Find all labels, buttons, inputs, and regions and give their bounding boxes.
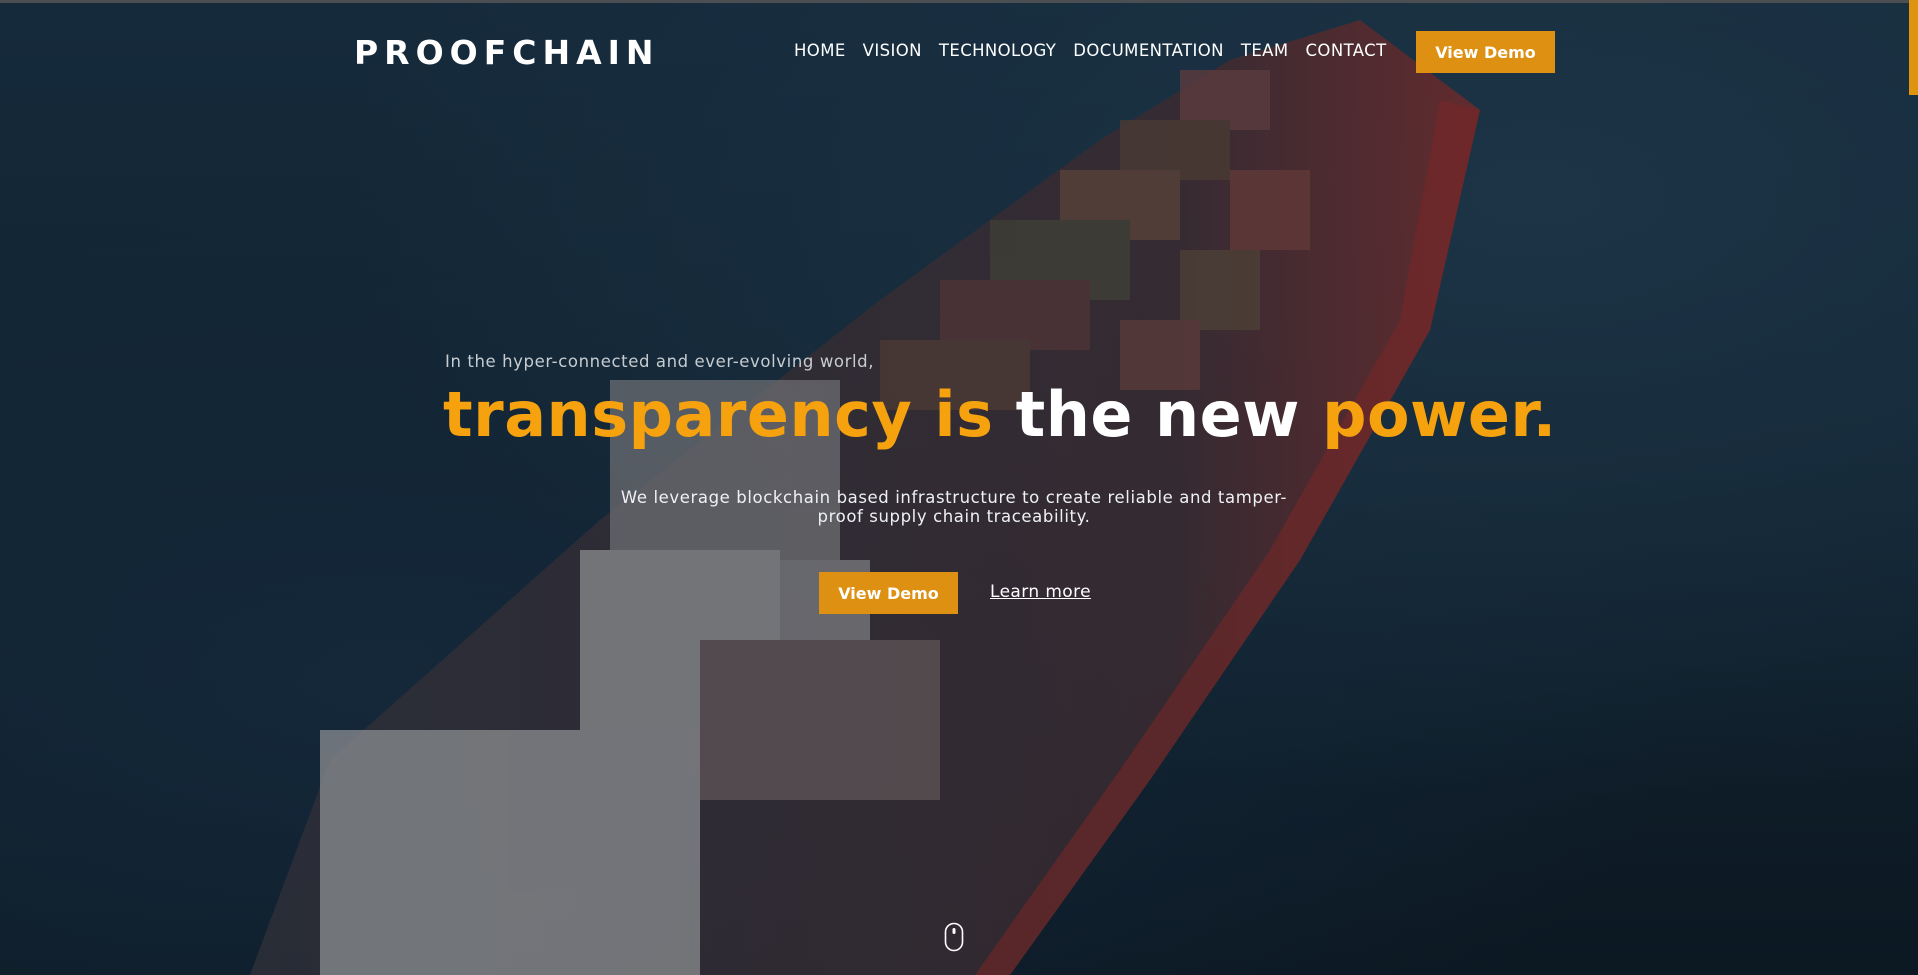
site-logo[interactable]: PROOFCHAIN (354, 33, 660, 72)
hero-headline: transparency is the new power. (443, 372, 1557, 458)
nav-documentation[interactable]: DOCUMENTATION (1073, 41, 1224, 60)
nav-team[interactable]: TEAM (1241, 41, 1289, 60)
hero-view-demo-button[interactable]: View Demo (819, 572, 958, 614)
hero-kicker: In the hyper-connected and ever-evolving… (445, 352, 875, 371)
nav-technology[interactable]: TECHNOLOGY (939, 41, 1056, 60)
mouse-scroll-icon[interactable] (944, 922, 964, 952)
nav-view-demo-button[interactable]: View Demo (1416, 31, 1555, 73)
nav-vision[interactable]: VISION (863, 41, 922, 60)
headline-part-2: the new (1015, 378, 1300, 451)
hero-description: We leverage blockchain based infrastruct… (620, 488, 1288, 526)
scroll-progress-bar[interactable] (1909, 0, 1918, 95)
main-navigation: HOME VISION TECHNOLOGY DOCUMENTATION TEA… (794, 41, 1387, 60)
learn-more-link[interactable]: Learn more (990, 582, 1091, 602)
nav-contact[interactable]: CONTACT (1306, 41, 1387, 60)
nav-home[interactable]: HOME (794, 41, 846, 60)
top-border (0, 0, 1918, 3)
headline-part-3: power. (1322, 378, 1557, 451)
headline-part-1: transparency is (443, 378, 994, 451)
